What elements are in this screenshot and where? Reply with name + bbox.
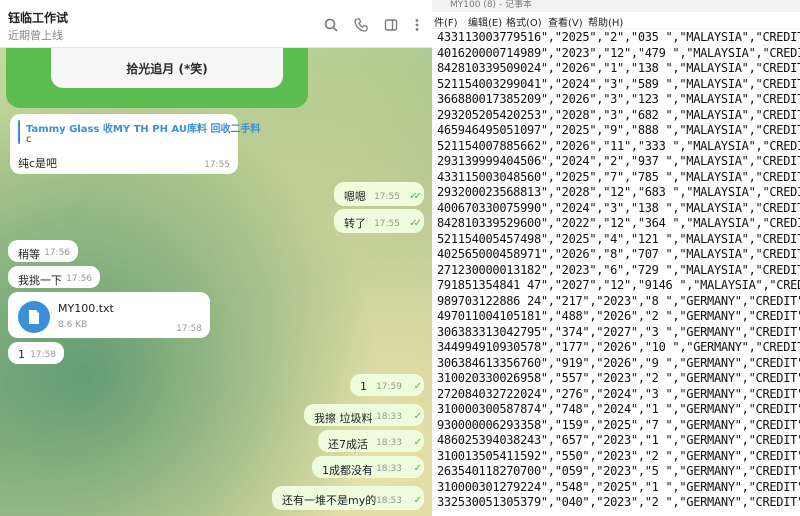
reply-author[interactable]: Tammy Glass 收MY TH PH AU库料 回收二手料 xyxy=(26,120,260,135)
text-line[interactable]: 521154007885662","2026","11","333 ","MAL… xyxy=(437,139,800,153)
message-time: 17:55 xyxy=(204,160,230,170)
text-line[interactable]: 310000301279224","548","2025","1 ","GERM… xyxy=(437,480,800,494)
file-size: 8.6 KB xyxy=(58,320,88,330)
read-check-icon: ✓ xyxy=(413,495,423,506)
menu-help[interactable]: 帮助(H) xyxy=(588,14,623,29)
read-check-icon: ✓ xyxy=(413,381,423,392)
text-line[interactable]: 402565000458971","2026","8","707 ","MALA… xyxy=(437,247,800,261)
message-bubble-out[interactable]: 1 17:59 ✓ xyxy=(350,374,424,396)
message-text: 嗯嗯 xyxy=(344,190,366,203)
menu-view[interactable]: 查看(V) xyxy=(548,14,583,29)
message-text: 1成都没有 xyxy=(322,464,373,477)
message-bubble-in[interactable]: 1 17:58 xyxy=(8,342,64,364)
message-text: 1 xyxy=(18,348,25,361)
text-line[interactable]: 842810339529600","2022","12","364 ","MAL… xyxy=(437,216,800,230)
text-line[interactable]: 293200023568813","2028","12","683 ","MAL… xyxy=(437,185,800,199)
file-message[interactable]: MY100.txt 8.6 KB 17:58 xyxy=(8,292,210,338)
text-line[interactable]: 521154005457498","2025","4","121 ","MALA… xyxy=(437,232,800,246)
more-options-icon[interactable] xyxy=(408,16,426,34)
text-line[interactable]: 401620000714989","2023","12","479 ","MAL… xyxy=(437,46,800,60)
message-bubble-out[interactable]: 嗯嗯 17:55 ✓✓ xyxy=(334,182,424,206)
read-check-icon: ✓✓ xyxy=(409,218,422,229)
text-line[interactable]: 497011004105181","488","2026","2 ","GERM… xyxy=(437,309,800,323)
message-time: 18:33 xyxy=(376,412,402,422)
text-line[interactable]: 400670330075990","2024","3","138 ","MALA… xyxy=(437,201,800,215)
message-time: 17:56 xyxy=(66,274,92,284)
text-line[interactable]: 310013505411592","550","2023","2 ","GERM… xyxy=(437,449,800,463)
text-line[interactable]: 791851354841 47","2027","12","9146 ","MA… xyxy=(437,278,800,292)
text-line[interactable]: 344994910930578","177","2026","10 ","GER… xyxy=(437,340,800,354)
read-check-icon: ✓ xyxy=(413,463,423,474)
message-time: 17:58 xyxy=(176,324,202,334)
text-line[interactable]: 486025394038243","657","2023","1 ","GERM… xyxy=(437,433,800,447)
menu-file[interactable]: 件(F) xyxy=(434,14,458,29)
reply-quoted-text: c xyxy=(26,134,32,145)
text-line[interactable]: 433113003779516","2025","2","035 ","MALA… xyxy=(437,30,800,44)
text-line[interactable]: 989703122886 24","217","2023","8 ","GERM… xyxy=(437,294,800,308)
text-line[interactable]: 272084032722024","276","2024","3 ","GERM… xyxy=(437,387,800,401)
menu-format[interactable]: 格式(O) xyxy=(506,14,542,29)
message-text: 还有一堆不是my的 xyxy=(282,494,377,507)
text-line[interactable]: 310020330026958","557","2023","2 ","GERM… xyxy=(437,371,800,385)
message-time: 17:56 xyxy=(44,248,70,258)
text-line[interactable]: 293139999404506","2024","2","937 ","MALA… xyxy=(437,154,800,168)
text-line[interactable]: 930000006293358","159","2025","7 ","GERM… xyxy=(437,418,800,432)
message-bubble-out[interactable]: 转了 17:55 ✓✓ xyxy=(334,209,424,233)
message-text: 稍等 xyxy=(18,248,40,261)
chat-title[interactable]: 钰临工作试 xyxy=(8,9,68,26)
text-line[interactable]: 465946495051097","2025","9","888 ","MALA… xyxy=(437,123,800,137)
document-icon[interactable] xyxy=(18,301,50,333)
text-line[interactable]: 842810339509024","2026","1","138 ","MALA… xyxy=(437,61,800,75)
message-bubble-out[interactable]: 还7成活 18:33 ✓ xyxy=(318,430,424,452)
message-time: 18:33 xyxy=(376,438,402,448)
read-check-icon: ✓✓ xyxy=(409,191,422,202)
text-line[interactable]: 332530051305379","040","2023","2 ","GERM… xyxy=(437,495,800,509)
notepad-window: MY100 (8) - 记事本 件(F) 编辑(E) 格式(O) 查看(V) 帮… xyxy=(432,0,800,516)
message-text: 还7成活 xyxy=(328,438,368,451)
sidebar-toggle-icon[interactable] xyxy=(382,16,400,34)
read-check-icon: ✓ xyxy=(413,437,423,448)
message-text: 转了 xyxy=(344,217,366,230)
text-line[interactable]: 433115003048560","2025","7","785 ","MALA… xyxy=(437,170,800,184)
phone-icon[interactable] xyxy=(352,16,370,34)
message-bubble-reply[interactable]: Tammy Glass 收MY TH PH AU库料 回收二手料 c 纯c是吧 … xyxy=(10,114,260,174)
text-line[interactable]: 306384613356760","919","2026","9 ","GERM… xyxy=(437,356,800,370)
sticker-message[interactable]: 拾光追月 (*笑) xyxy=(6,48,308,108)
message-time: 17:58 xyxy=(30,350,56,360)
menu-edit[interactable]: 编辑(E) xyxy=(468,14,502,29)
text-line[interactable]: 310000300587874","748","2024","1 ","GERM… xyxy=(437,402,800,416)
message-time: 18:33 xyxy=(376,464,402,474)
chat-header: 钰临工作试 近期曾上线 xyxy=(0,0,432,48)
message-time: 17:55 xyxy=(374,219,400,229)
notepad-menubar: 件(F) 编辑(E) 格式(O) 查看(V) 帮助(H) xyxy=(432,12,800,29)
message-text: 我挑一下 xyxy=(18,274,62,287)
text-line[interactable]: 271230000013182","2023","6","729 ","MALA… xyxy=(437,263,800,277)
message-bubble-out[interactable]: 还有一堆不是my的 18:53 ✓ xyxy=(272,486,424,510)
message-bubble-out[interactable]: 1成都没有 18:33 ✓ xyxy=(312,456,424,478)
message-text: 1 xyxy=(360,380,367,393)
message-bubble-in[interactable]: 我挑一下 17:56 xyxy=(8,266,100,288)
chat-window: 钰临工作试 近期曾上线 拾光追月 (*笑) Tammy Glass 收MY TH… xyxy=(0,0,432,516)
reply-quote-bar xyxy=(18,120,20,144)
read-check-icon: ✓ xyxy=(413,411,423,422)
text-line[interactable]: 263540118270700","059","2023","5 ","GERM… xyxy=(437,464,800,478)
message-time: 17:59 xyxy=(376,382,402,392)
notepad-titlebar[interactable]: MY100 (8) - 记事本 xyxy=(432,0,800,12)
message-time: 17:55 xyxy=(374,192,400,202)
message-bubble-out[interactable]: 我擦 垃圾料 18:33 ✓ xyxy=(304,404,424,426)
sticker-caption: 拾光追月 (*笑) xyxy=(126,61,208,76)
message-bubble-in[interactable]: 稍等 17:56 xyxy=(8,240,78,262)
search-icon[interactable] xyxy=(322,16,340,34)
sticker-caption-card: 拾光追月 (*笑) xyxy=(51,48,283,88)
text-line[interactable]: 521154003299041","2024","3","589 ","MALA… xyxy=(437,77,800,91)
text-line[interactable]: 306383313042795","374","2027","3 ","GERM… xyxy=(437,325,800,339)
message-text: 纯c是吧 xyxy=(18,157,58,170)
message-time: 18:53 xyxy=(376,496,402,506)
file-name[interactable]: MY100.txt xyxy=(58,302,114,315)
message-text: 我擦 垃圾料 xyxy=(314,412,373,425)
notepad-title: MY100 (8) - 记事本 xyxy=(450,0,533,10)
text-line[interactable]: 366880017385209","2026","3","123 ","MALA… xyxy=(437,92,800,106)
chat-status: 近期曾上线 xyxy=(8,29,63,42)
text-line[interactable]: 293205205420253","2028","3","682 ","MALA… xyxy=(437,108,800,122)
